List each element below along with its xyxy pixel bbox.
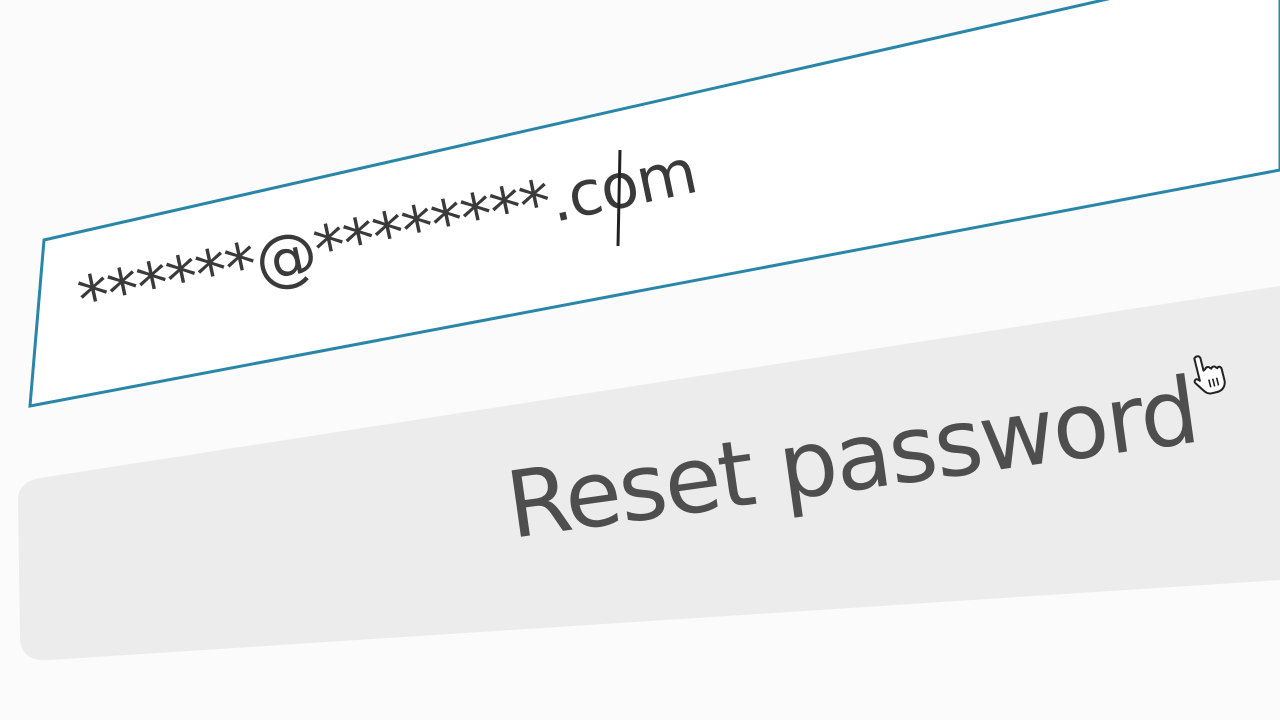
text-caret (616, 149, 622, 247)
form-canvas: ******@********.com Reset password (18, 0, 1280, 661)
password-reset-form: ******@********.com Reset password (0, 0, 1280, 720)
